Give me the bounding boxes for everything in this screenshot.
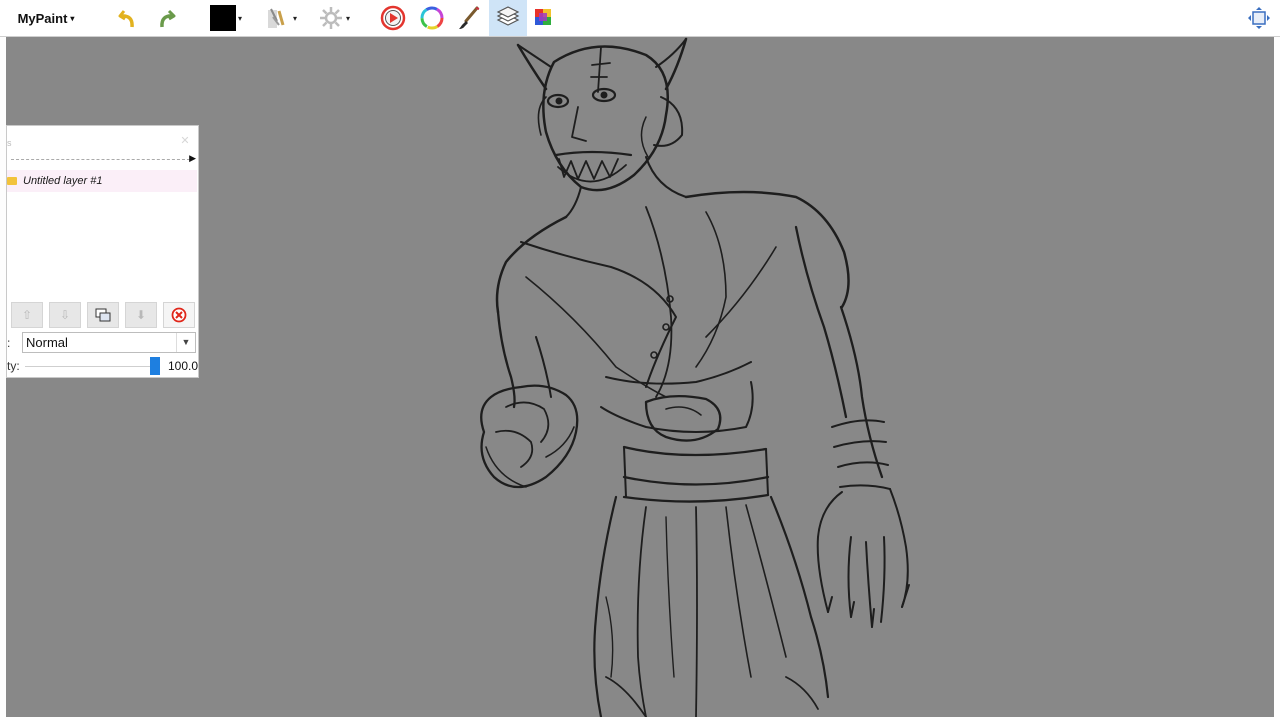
layer-button-row: ⇧ ⇩ ⬇	[11, 302, 197, 330]
brush-button[interactable]	[455, 0, 483, 36]
opacity-slider-track[interactable]	[25, 366, 157, 367]
blend-mode-label: :	[7, 336, 11, 350]
merge-icon: ⬇	[135, 308, 147, 322]
delete-icon	[171, 307, 187, 323]
palette-icon	[535, 9, 551, 25]
panel-title-fragment: s	[7, 138, 12, 148]
chevron-down-icon: ▾	[237, 13, 242, 23]
redo-icon	[160, 9, 176, 28]
undo-icon	[118, 10, 134, 28]
merge-layer-button[interactable]: ⬇	[125, 302, 157, 328]
panel-separator	[11, 159, 190, 160]
app-menu-button[interactable]: MyPaint ▾	[8, 0, 84, 36]
chevron-down-icon: ▾	[345, 13, 350, 23]
close-icon[interactable]: ✕	[176, 132, 194, 150]
delete-layer-button[interactable]	[163, 302, 195, 328]
undo-button[interactable]	[114, 0, 142, 36]
arrow-up-icon: ⇧	[21, 308, 33, 322]
opacity-slider-thumb[interactable]	[150, 357, 160, 375]
duplicate-layer-icon	[95, 308, 111, 322]
layer-list: Untitled layer #1	[7, 170, 197, 300]
opacity-value: 100.0	[168, 359, 199, 373]
brush-icon	[459, 6, 480, 29]
folder-icon	[7, 177, 17, 185]
symmetry-button[interactable]: ▾	[312, 0, 356, 36]
layers-panel: s ✕ ▶ Untitled layer #1 ⇧ ⇩ ⬇: Normal ▼…	[6, 125, 199, 378]
move-layer-up-button[interactable]: ⇧	[11, 302, 43, 328]
main-toolbar: MyPaint ▾ ▾ ▾ ▾	[0, 0, 1280, 37]
window-edge-right	[1274, 37, 1280, 720]
chevron-down-icon: ▼	[176, 333, 195, 352]
duplicate-layer-button[interactable]	[87, 302, 119, 328]
layer-name: Untitled layer #1	[23, 175, 103, 187]
symmetry-gear-icon	[319, 7, 342, 29]
brush-modes-button[interactable]: ▾	[258, 0, 304, 36]
opacity-label: ty:	[7, 359, 20, 373]
layers-icon	[496, 6, 520, 26]
hue-ring-button[interactable]	[418, 0, 446, 36]
arrow-down-icon: ⇩	[59, 308, 71, 322]
redo-button[interactable]	[152, 0, 180, 36]
hue-ring-icon	[420, 6, 444, 30]
chevron-down-icon: ▾	[292, 13, 297, 23]
brush-modes-icon	[267, 8, 285, 28]
expand-arrow-icon[interactable]: ▶	[189, 153, 196, 164]
color-picker-button[interactable]	[379, 0, 407, 36]
blend-mode-select[interactable]: Normal ▼	[22, 332, 196, 353]
fullscreen-button[interactable]	[1244, 0, 1274, 36]
app-menu-label: MyPaint	[17, 10, 68, 26]
active-color-swatch	[209, 5, 236, 31]
color-picker-icon	[380, 5, 406, 31]
color-swatch-button[interactable]: ▾	[204, 0, 248, 36]
palette-button[interactable]	[530, 0, 558, 36]
chevron-down-icon: ▾	[70, 13, 75, 23]
layer-row[interactable]: Untitled layer #1	[7, 170, 197, 192]
layers-button[interactable]	[489, 0, 527, 36]
fullscreen-icon	[1248, 7, 1270, 29]
move-layer-down-button[interactable]: ⇩	[49, 302, 81, 328]
blend-mode-value: Normal	[26, 335, 68, 350]
